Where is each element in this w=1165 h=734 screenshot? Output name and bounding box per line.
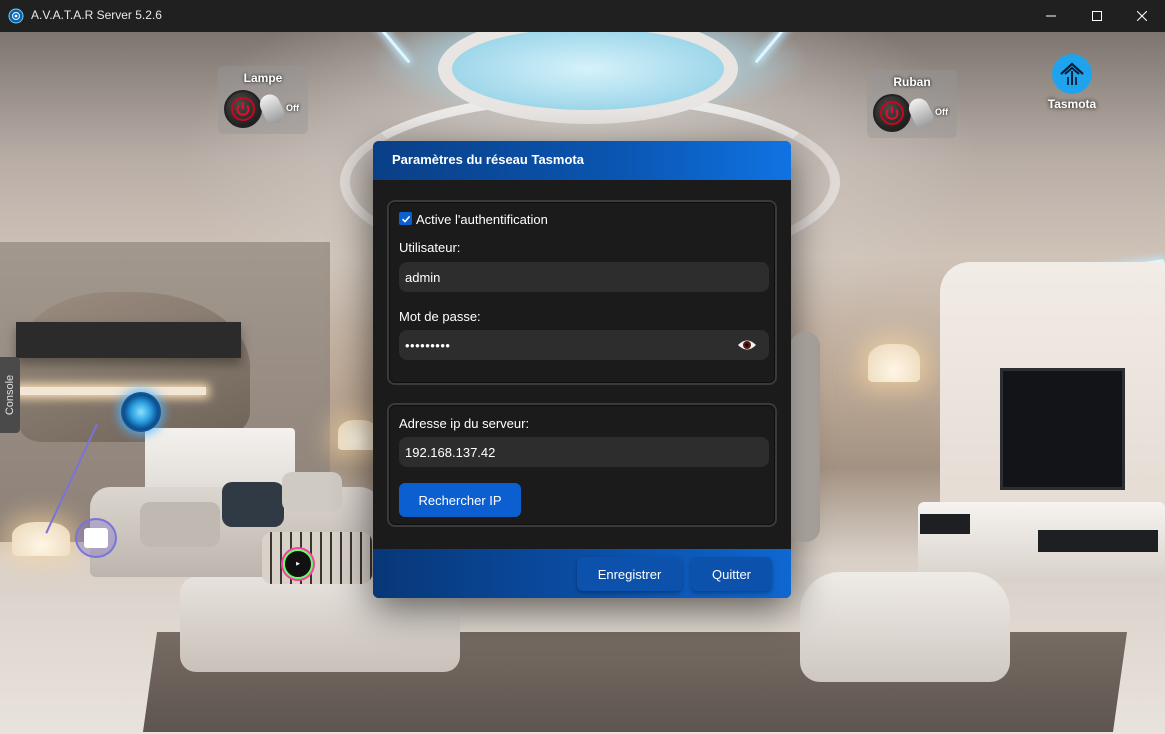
minimize-button[interactable] — [1028, 0, 1074, 32]
ruban-power-button[interactable] — [873, 94, 911, 132]
close-button[interactable] — [1119, 0, 1165, 32]
search-ip-button[interactable]: Rechercher IP — [399, 483, 521, 517]
plugin-node-icon[interactable]: ▶ — [283, 549, 313, 579]
password-field-value: ••••••••• — [405, 337, 451, 353]
window-title: A.V.A.T.A.R Server 5.2.6 — [31, 8, 162, 22]
quit-button[interactable]: Quitter — [691, 557, 772, 591]
lit-shelf — [16, 387, 206, 395]
user-label: Utilisateur: — [399, 240, 461, 255]
pillow — [282, 472, 342, 512]
ruban-switch-title: Ruban — [893, 75, 931, 89]
lampe-switch-state: Off — [286, 103, 299, 113]
password-field[interactable]: ••••••••• — [399, 330, 769, 360]
tv-stand — [918, 502, 1165, 582]
plaid-pillow — [262, 532, 372, 584]
ip-field-value: 192.168.137.42 — [405, 444, 496, 460]
close-icon — [1137, 11, 1147, 21]
ip-field[interactable]: 192.168.137.42 — [399, 437, 769, 467]
ruban-switch-widget[interactable]: Ruban Off — [867, 70, 957, 138]
tasmota-settings-dialog: Paramètres du réseau Tasmota Active l'au… — [373, 141, 791, 598]
checkmark-icon — [401, 215, 410, 223]
ruban-switch-state: Off — [935, 107, 948, 117]
tasmota-home-icon[interactable] — [1052, 54, 1092, 94]
wall-shelf — [16, 322, 241, 358]
armchair — [800, 572, 1010, 682]
window-titlebar: A.V.A.T.A.R Server 5.2.6 — [0, 0, 1165, 32]
pillow — [222, 482, 284, 527]
console-tab-label: Console — [4, 374, 17, 416]
tasmota-label: Tasmota — [1047, 97, 1097, 111]
server-group: Adresse ip du serveur: 192.168.137.42 Re… — [387, 403, 777, 527]
lampe-switch-widget[interactable]: Lampe Off — [218, 66, 308, 134]
side-lamp — [12, 522, 70, 556]
ip-label: Adresse ip du serveur: — [399, 416, 530, 431]
password-label: Mot de passe: — [399, 309, 481, 324]
sensor-node-icon[interactable] — [121, 392, 161, 432]
ceiling-light-strip — [754, 32, 796, 64]
lampe-switch-title: Lampe — [243, 71, 283, 85]
power-icon — [231, 97, 255, 121]
device-node-icon[interactable] — [75, 518, 117, 558]
maximize-button[interactable] — [1074, 0, 1120, 32]
console-tab[interactable]: Console — [0, 357, 20, 433]
user-field[interactable]: admin — [399, 262, 769, 292]
dialog-title: Paramètres du réseau Tasmota — [392, 152, 584, 167]
power-icon — [880, 101, 904, 125]
floor-lamp — [868, 344, 920, 382]
table-lamp — [338, 420, 378, 450]
auth-checkbox-label[interactable]: Active l'authentification — [416, 212, 548, 227]
lampe-toggle-knob[interactable] — [256, 91, 288, 127]
save-button[interactable]: Enregistrer — [577, 557, 682, 591]
maximize-icon — [1092, 11, 1102, 21]
avatar-logo-icon — [8, 8, 24, 24]
user-field-value: admin — [405, 269, 441, 285]
eye-icon[interactable] — [737, 337, 757, 353]
tasmota-widget[interactable]: Tasmota — [1044, 54, 1100, 116]
pillow — [140, 502, 220, 547]
television — [1000, 368, 1125, 490]
ceiling-light-strip — [369, 32, 411, 64]
dialog-footer: Enregistrer Quitter — [373, 549, 791, 598]
auth-group: Active l'authentification Utilisateur: a… — [387, 200, 777, 385]
dialog-header: Paramètres du réseau Tasmota — [373, 141, 791, 180]
auth-checkbox[interactable] — [399, 212, 412, 225]
minimize-icon — [1046, 15, 1056, 17]
lampe-power-button[interactable] — [224, 90, 262, 128]
doorway — [790, 332, 820, 542]
ruban-toggle-knob[interactable] — [905, 95, 937, 131]
